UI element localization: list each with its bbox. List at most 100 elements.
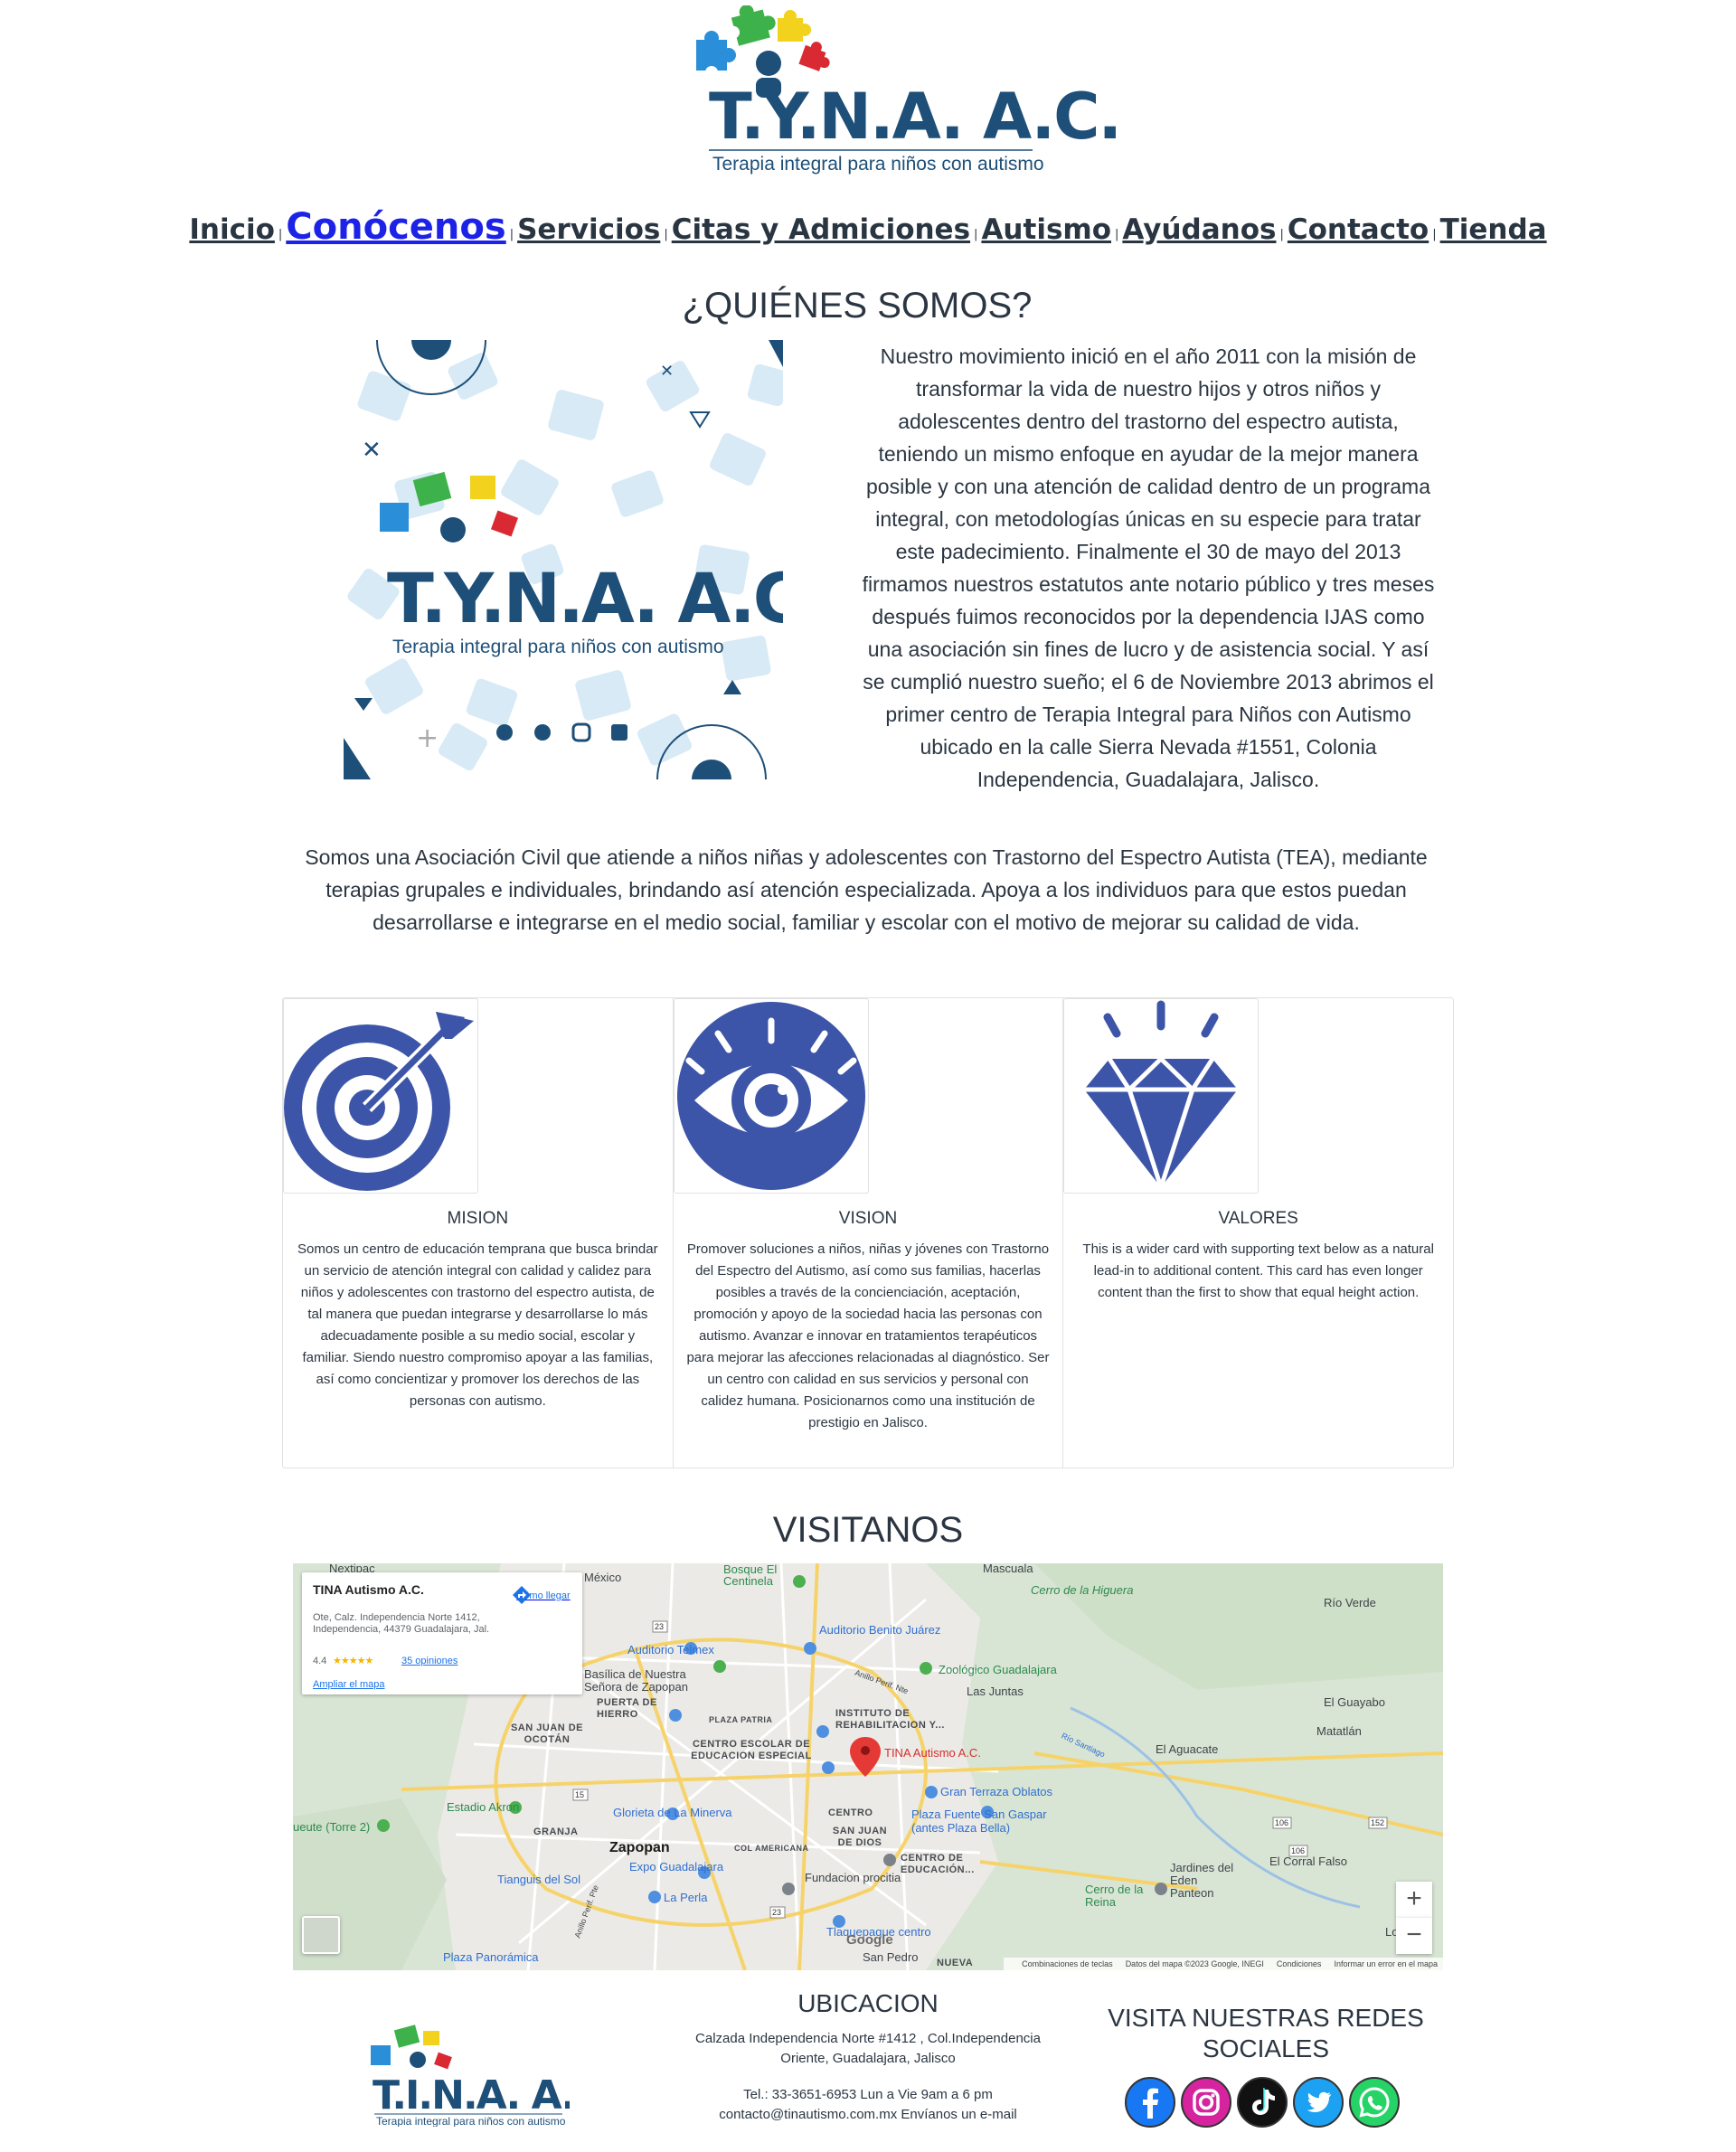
footer-location: UBICACION Calzada Independencia Norte #1…: [660, 1989, 1076, 2125]
tiktok-icon[interactable]: [1237, 2077, 1288, 2128]
card-title: MISION: [447, 1209, 509, 1228]
map-label: El Aguacate: [1156, 1742, 1219, 1756]
svg-text:✕: ✕: [362, 437, 382, 464]
map-place-card: TINA Autismo A.C. Ote, Calz. Independenc…: [302, 1572, 582, 1694]
map-label: NUEVA: [937, 1958, 974, 1968]
map-data-credit: Datos del mapa ©2023 Google, INEGI: [1125, 1959, 1264, 1968]
map-attribution: Combinaciones de teclas Datos del mapa ©2…: [1004, 1958, 1443, 1970]
map-label: Glorieta de La Minerva: [613, 1806, 732, 1819]
facebook-icon[interactable]: [1125, 2077, 1175, 2128]
map-label: Plaza Panorámica: [443, 1950, 539, 1964]
footer-address-line-1: Calzada Independencia Norte #1412 , Col.…: [695, 2031, 1041, 2046]
footer-location-title: UBICACION: [797, 1989, 939, 2017]
road-number: 152: [1371, 1818, 1385, 1827]
map-label: Mascuala: [983, 1563, 1033, 1575]
nav-separator: |: [1279, 228, 1284, 241]
map-label: PUERTA DE HIERRO: [597, 1697, 657, 1720]
map-shortcuts-link[interactable]: Combinaciones de teclas: [1022, 1959, 1113, 1968]
road-number: 106: [1291, 1846, 1306, 1855]
map-label: GRANJA: [533, 1826, 579, 1837]
nav-conocenos[interactable]: Conócenos: [286, 206, 505, 248]
map-label: INSTITUTO DE REHABILITACION Y...: [835, 1708, 945, 1731]
map-zoom-in-button[interactable]: +: [1396, 1882, 1432, 1918]
map-label: Tianguis del Sol: [497, 1873, 581, 1886]
road-number: 23: [655, 1622, 665, 1631]
card-text: This is a wider card with supporting tex…: [1082, 1241, 1434, 1300]
card-text: Promover soluciones a niños, niñas y jóv…: [686, 1241, 1050, 1430]
instagram-icon[interactable]: [1181, 2077, 1231, 2128]
nav-tienda[interactable]: Tienda: [1440, 213, 1547, 246]
map-label: Basílica de Nuestra Señora de Zapopan: [584, 1667, 688, 1694]
directions-icon: [513, 1586, 531, 1604]
map-label: CENTRO: [828, 1807, 873, 1818]
map-label: El Corral Falso: [1269, 1855, 1347, 1868]
map-place-name: TINA Autismo A.C.: [313, 1582, 424, 1597]
map-report-link[interactable]: Informar un error en el mapa: [1334, 1959, 1438, 1968]
card-text: Somos un centro de educación temprana qu…: [297, 1241, 658, 1409]
map-label: México: [584, 1571, 622, 1584]
map-zoom-out-button[interactable]: −: [1396, 1918, 1432, 1954]
map-label: CENTRO ESCOLAR DE EDUCACION ESPECIAL: [691, 1739, 812, 1761]
footer-email-link[interactable]: contacto@tinautismo.com.mx Envíanos un e…: [660, 2105, 1076, 2125]
google-logo: Google: [846, 1932, 893, 1948]
about-paragraph-mission: Somos una Asociación Civil que atiende a…: [305, 845, 1428, 934]
card-image: [1063, 998, 1260, 1195]
map-label: Río Verde: [1324, 1596, 1376, 1609]
twitter-icon[interactable]: [1293, 2077, 1344, 2128]
map-label: Gran Terraza Oblatos: [940, 1785, 1053, 1798]
nav-inicio[interactable]: Inicio: [189, 213, 275, 246]
map-label: Matatlán: [1316, 1724, 1362, 1738]
map-layer-toggle[interactable]: [302, 1916, 340, 1954]
map-label: El Guayabo: [1324, 1695, 1385, 1709]
road-number: 23: [772, 1908, 782, 1917]
footer-address-line-2: Oriente, Guadalajara, Jalisco: [780, 2051, 956, 2066]
map-label: Cerro de la Reina: [1085, 1883, 1144, 1909]
map-label: Las Juntas: [967, 1685, 1024, 1698]
nav-servicios[interactable]: Servicios: [517, 213, 660, 246]
map-label: Bosque El Centinela: [723, 1563, 778, 1588]
nav-contacto[interactable]: Contacto: [1288, 213, 1429, 246]
main-nav: Inicio | Conócenos | Servicios | Citas y Admic…: [0, 206, 1736, 248]
nav-separator: |: [974, 228, 978, 241]
card-mision: MISION Somos un centro de educación temp…: [283, 998, 674, 1468]
nav-citas-admiciones[interactable]: Citas y Admiciones: [672, 213, 970, 246]
map-label: COL AMERICANA: [734, 1844, 809, 1853]
whatsapp-icon[interactable]: [1349, 2077, 1400, 2128]
footer-logo-tagline: Terapia integral para niños con autismo: [376, 2115, 566, 2127]
footer-logo-wordmark: T.I.N.A. A.C.: [373, 2072, 570, 2119]
card-title: VALORES: [1218, 1209, 1298, 1228]
map-directions-button[interactable]: Cómo llegar: [512, 1585, 575, 1604]
map-terms-link[interactable]: Condiciones: [1277, 1959, 1322, 1968]
footer-logo[interactable]: T.I.N.A. A.C. Terapia integral para niño…: [371, 2018, 617, 2128]
nav-separator: |: [1432, 228, 1437, 241]
card-title: VISION: [838, 1209, 898, 1228]
road-number: 106: [1275, 1818, 1289, 1827]
map-enlarge-link[interactable]: Ampliar el mapa: [313, 1679, 384, 1690]
map-label: Zapopan: [609, 1840, 670, 1855]
map-label: ueute (Torre 2): [293, 1820, 371, 1834]
about-logo-image: ✕ ✕ + T.Y.N.A. A.C. Terapia integral par…: [344, 340, 783, 779]
about-title: ¿QUIÉNES SOMOS?: [682, 286, 1033, 326]
card-image: [283, 998, 478, 1194]
map-title: VISITANOS: [772, 1510, 964, 1550]
map-label: Auditorio Telmex: [627, 1643, 714, 1656]
nav-separator: |: [278, 228, 283, 241]
nav-autismo[interactable]: Autismo: [981, 213, 1111, 246]
map-label: La Perla: [664, 1891, 708, 1904]
map-label: Zoológico Guadalajara: [939, 1663, 1057, 1676]
map-label: CENTRO DE EDUCACIÓN...: [901, 1853, 975, 1875]
map-marker-label[interactable]: TINA Autismo A.C.: [884, 1746, 981, 1760]
map-label: PLAZA PATRIA: [709, 1715, 773, 1724]
google-map[interactable]: Nextipac México Bosque El Centinela Masc…: [293, 1563, 1443, 1970]
site-logo[interactable]: T.Y.N.A. A.C. Terapia integral para niño…: [696, 5, 1122, 177]
nav-ayudanos[interactable]: Ayúdanos: [1122, 213, 1276, 246]
nav-separator: |: [1115, 228, 1119, 241]
footer-social-title: VISITA NUESTRAS REDES SOCIALES: [1108, 2004, 1424, 2062]
values-cards: MISION Somos un centro de educación temp…: [282, 997, 1454, 1468]
map-rating: 4.4: [313, 1656, 327, 1666]
nav-separator: |: [509, 228, 514, 241]
svg-text:+: +: [416, 722, 439, 754]
map-reviews-link[interactable]: 35 opiniones: [401, 1656, 458, 1666]
map-label: Estadio Akron: [447, 1800, 520, 1814]
eye-icon: [676, 1002, 865, 1190]
